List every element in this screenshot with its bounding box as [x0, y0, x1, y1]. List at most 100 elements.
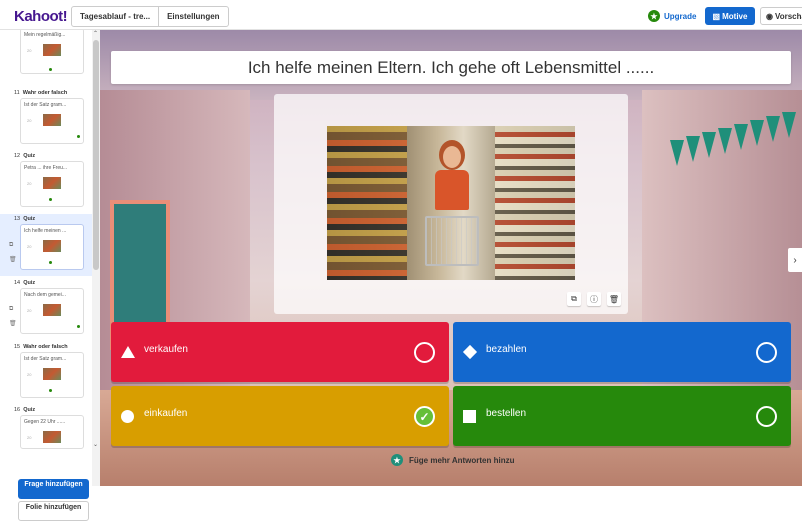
slide-time: 20	[27, 48, 32, 53]
settings-button[interactable]: Einstellungen	[159, 12, 227, 21]
slide-image	[43, 177, 61, 189]
correct-toggle-1[interactable]	[414, 342, 435, 363]
media-container[interactable]	[274, 94, 628, 314]
top-bar: Kahoot! Tagesablauf - tre... Einstellung…	[0, 0, 802, 30]
slide-question-text: Mein regelmäßig...	[24, 32, 66, 38]
slide-image	[43, 114, 61, 126]
themes-label: Motive	[722, 11, 748, 21]
slide-question-text: Ich helfe meinen ...	[24, 228, 67, 234]
slide-question-text: Nach dem gemei...	[24, 292, 66, 298]
correct-dot	[77, 135, 80, 138]
slide-image	[43, 240, 61, 252]
slide-item[interactable]: 11 Wahr oder falsch Ist der Satz gram...…	[0, 88, 92, 150]
slide-question-text: Ist der Satz gram...	[24, 102, 67, 108]
answer-3-text[interactable]: einkaufen	[144, 408, 187, 419]
slide-canvas: Ich helfe meinen Eltern. Ich gehe oft Le…	[100, 30, 802, 486]
preview-button[interactable]: ◉ Vorscha	[760, 7, 802, 25]
slide-question-text: Gegen 22 Uhr ......	[24, 419, 66, 425]
chevron-right-icon[interactable]: ›	[788, 248, 802, 272]
answer-3[interactable]: einkaufen ✓	[111, 386, 449, 446]
slide-time: 20	[27, 435, 32, 440]
preview-label: Vorscha	[774, 11, 802, 21]
answer-2-text[interactable]: bezahlen	[486, 344, 527, 355]
slide-thumbnail[interactable]: Nach dem gemei... 20	[20, 288, 84, 334]
palette-icon: ▧	[712, 11, 721, 21]
answer-1-text[interactable]: verkaufen	[144, 344, 188, 355]
slide-item[interactable]: 12 Quiz Petra ... ihre Freu... 20	[0, 151, 92, 213]
delete-icon[interactable]: 🗑	[9, 320, 17, 327]
upgrade-label: Upgrade	[664, 11, 697, 21]
triangle-icon	[121, 346, 135, 358]
correct-toggle-3[interactable]: ✓	[414, 406, 435, 427]
slide-time: 20	[27, 244, 32, 249]
answer-4[interactable]: bestellen	[453, 386, 791, 446]
delete-icon[interactable]: 🗑	[9, 256, 17, 263]
slide-image	[43, 304, 61, 316]
slide-item-selected[interactable]: 13 Quiz ⧉ 🗑 Ich helfe meinen ... 20	[0, 214, 92, 276]
correct-dot	[49, 68, 52, 71]
trash-icon[interactable]: 🗑	[607, 292, 621, 306]
slide-question-text: Petra ... ihre Freu...	[24, 165, 68, 171]
correct-dot	[49, 389, 52, 392]
question-input[interactable]: Ich helfe meinen Eltern. Ich gehe oft Le…	[111, 51, 791, 84]
slide-thumbnail[interactable]: Mein regelmäßig... 20	[20, 28, 84, 74]
duplicate-icon[interactable]: ⧉	[9, 242, 13, 249]
scrollbar-thumb[interactable]	[93, 40, 99, 270]
slide-thumbnail[interactable]: Ist der Satz gram... 20	[20, 352, 84, 398]
slide-label: 14 Quiz	[14, 280, 36, 286]
image-shelf-left	[327, 126, 407, 280]
upgrade-button[interactable]: ★ Upgrade	[648, 10, 696, 22]
correct-dot	[77, 325, 80, 328]
slide-item[interactable]: Mein regelmäßig... 20	[0, 28, 92, 90]
slide-time: 20	[27, 118, 32, 123]
eye-icon: ◉	[766, 11, 773, 21]
slide-image	[43, 368, 61, 380]
image-woman-with-cart	[425, 146, 479, 266]
add-slide-button[interactable]: Folie hinzufügen	[18, 501, 89, 521]
add-more-answers-button[interactable]: ★ Füge mehr Antworten hinzu	[391, 454, 514, 466]
duplicate-icon[interactable]: ⧉	[9, 306, 13, 313]
question-image[interactable]	[327, 126, 575, 280]
slide-item[interactable]: 15 Wahr oder falsch Ist der Satz gram...…	[0, 342, 92, 404]
slide-label: 11 Wahr oder falsch	[14, 90, 68, 96]
slide-thumbnail[interactable]: Ist der Satz gram... 20	[20, 98, 84, 144]
correct-dot	[49, 198, 52, 201]
slide-label: 12 Quiz	[14, 153, 36, 159]
crop-icon[interactable]: ⧉	[567, 292, 581, 306]
slide-time: 20	[27, 372, 32, 377]
correct-toggle-4[interactable]	[756, 406, 777, 427]
slide-question-text: Ist der Satz gram...	[24, 356, 67, 362]
sidebar-scrollbar[interactable]: ⌃ ⌄	[92, 30, 100, 486]
correct-dot	[49, 261, 52, 264]
bunting-decoration	[670, 112, 800, 180]
slide-time: 20	[27, 308, 32, 313]
info-icon[interactable]: ⓘ	[587, 292, 601, 306]
slide-thumbnail[interactable]: Ich helfe meinen ... 20	[20, 224, 84, 270]
answer-4-text[interactable]: bestellen	[486, 408, 526, 419]
scroll-down-icon[interactable]: ⌄	[93, 441, 98, 448]
star-icon: ★	[391, 454, 403, 466]
answer-2[interactable]: bezahlen	[453, 322, 791, 382]
add-question-button[interactable]: Frage hinzufügen	[18, 479, 89, 499]
scroll-up-icon[interactable]: ⌃	[93, 30, 98, 37]
star-icon: ★	[648, 10, 660, 22]
slide-item[interactable]: 14 Quiz ⧉ 🗑 Nach dem gemei... 20	[0, 278, 92, 340]
correct-toggle-2[interactable]	[756, 342, 777, 363]
slide-label: 16 Quiz	[14, 407, 36, 413]
circle-icon	[121, 410, 134, 423]
themes-button[interactable]: ▧ Motive	[705, 7, 755, 25]
slide-thumbnail[interactable]: Gegen 22 Uhr ...... 20	[20, 415, 84, 449]
slide-thumbnail[interactable]: Petra ... ihre Freu... 20	[20, 161, 84, 207]
add-more-answers-label: Füge mehr Antworten hinzu	[409, 455, 515, 465]
slide-image	[43, 44, 61, 56]
kahoot-title-button[interactable]: Tagesablauf - tre...	[72, 7, 160, 26]
answer-1[interactable]: verkaufen	[111, 322, 449, 382]
slide-item[interactable]: 16 Quiz Gegen 22 Uhr ...... 20	[0, 405, 92, 467]
slide-image	[43, 431, 61, 443]
slide-sidebar: Mein regelmäßig... 20 11 Wahr oder falsc…	[0, 28, 92, 521]
diamond-icon	[462, 344, 478, 360]
kahoot-logo[interactable]: Kahoot!	[14, 8, 68, 25]
title-settings-group: Tagesablauf - tre... Einstellungen	[71, 6, 229, 27]
slide-label: 15 Wahr oder falsch	[14, 344, 68, 350]
slide-label: 13 Quiz	[14, 216, 36, 222]
